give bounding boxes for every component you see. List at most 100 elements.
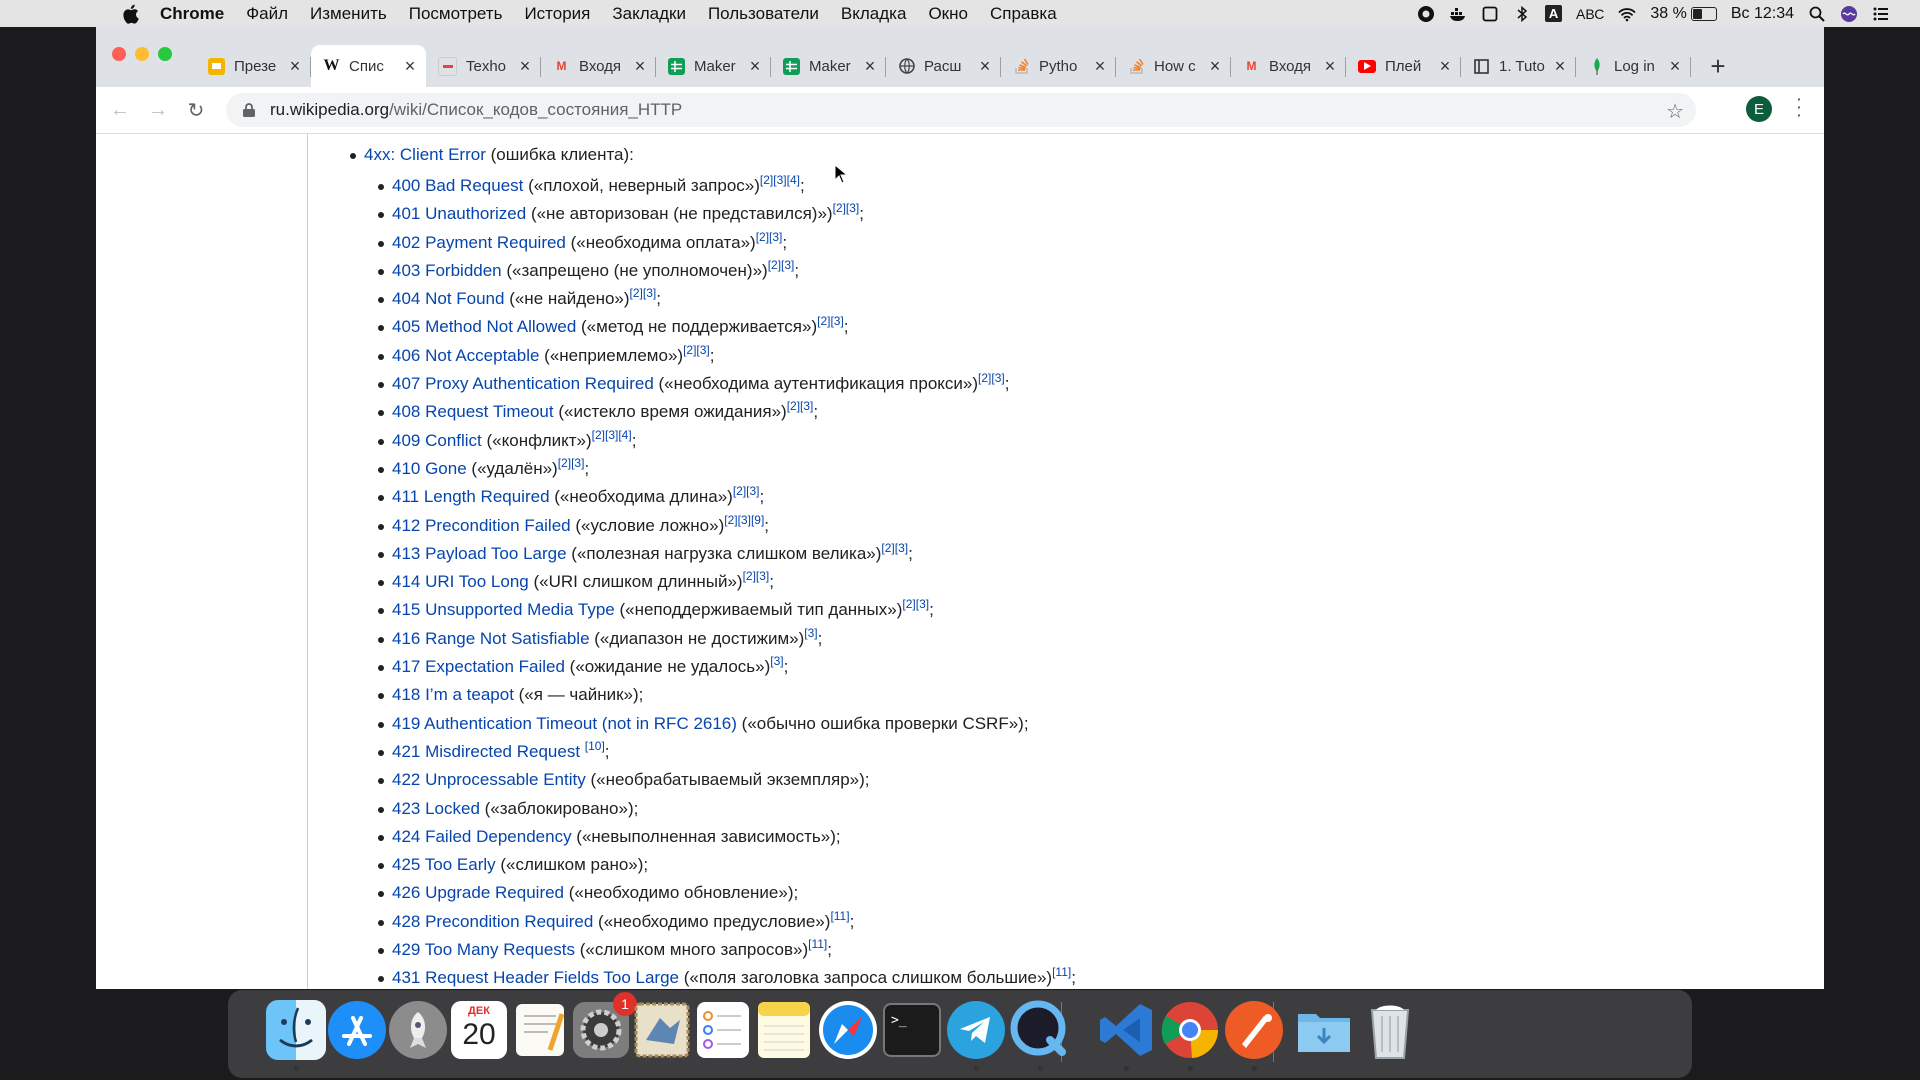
status-code-link[interactable]: 408 Request Timeout: [392, 402, 554, 421]
downloads-folder-icon[interactable]: [1292, 998, 1356, 1062]
reference-link[interactable]: [3]: [605, 428, 618, 442]
launchpad-icon[interactable]: [386, 998, 450, 1062]
safari-icon[interactable]: [816, 998, 880, 1062]
profile-avatar[interactable]: E: [1746, 96, 1772, 122]
input-source-label[interactable]: АВС: [1576, 6, 1604, 22]
keyboard-layout-icon[interactable]: A: [1545, 5, 1563, 22]
browser-tab[interactable]: Maker ×: [771, 45, 886, 87]
menu-file[interactable]: Файл: [246, 4, 288, 24]
tab-close-icon[interactable]: ×: [402, 56, 418, 77]
tab-close-icon[interactable]: ×: [1092, 56, 1108, 77]
tab-close-icon[interactable]: ×: [517, 56, 533, 77]
reference-link[interactable]: [2]: [833, 201, 846, 215]
wifi-icon[interactable]: [1618, 5, 1636, 23]
status-code-link[interactable]: 407 Proxy Authentication Required: [392, 374, 654, 393]
bluetooth-icon[interactable]: [1513, 5, 1531, 23]
reference-link[interactable]: [3]: [773, 173, 786, 187]
browser-tab[interactable]: M Входя ×: [1231, 45, 1346, 87]
reference-link[interactable]: [2]: [724, 513, 737, 527]
tab-close-icon[interactable]: ×: [632, 56, 648, 77]
browser-tab[interactable]: Log in ×: [1576, 45, 1691, 87]
tab-close-icon[interactable]: ×: [747, 56, 763, 77]
browser-tab[interactable]: M Входя ×: [541, 45, 656, 87]
reference-link[interactable]: [3]: [746, 484, 759, 498]
app-store-icon[interactable]: [325, 998, 389, 1062]
tab-close-icon[interactable]: ×: [977, 56, 993, 77]
browser-tab[interactable]: Pytho ×: [1001, 45, 1116, 87]
menu-history[interactable]: История: [524, 4, 590, 24]
menu-edit[interactable]: Изменить: [310, 4, 387, 24]
reference-link[interactable]: [2]: [787, 399, 800, 413]
status-code-link[interactable]: 424 Failed Dependency: [392, 827, 572, 846]
reference-link[interactable]: [2]: [881, 541, 894, 555]
reference-link[interactable]: [2]: [683, 343, 696, 357]
reference-link[interactable]: [2]: [768, 258, 781, 272]
terminal-icon[interactable]: >_: [880, 998, 944, 1062]
status-code-link[interactable]: 400 Bad Request: [392, 176, 523, 195]
new-tab-button[interactable]: +: [1703, 45, 1733, 87]
reference-link[interactable]: [9]: [751, 513, 764, 527]
menu-bookmarks[interactable]: Закладки: [612, 4, 686, 24]
status-code-link[interactable]: 405 Method Not Allowed: [392, 317, 576, 336]
screen-mirroring-icon[interactable]: [1481, 5, 1499, 23]
reference-link[interactable]: [3]: [800, 399, 813, 413]
reference-link[interactable]: [3]: [895, 541, 908, 555]
address-bar[interactable]: ru.wikipedia.org/wiki/Список_кодов_состо…: [226, 93, 1696, 127]
reference-link[interactable]: [2]: [558, 456, 571, 470]
reference-link[interactable]: [11]: [1052, 965, 1071, 979]
telegram-icon[interactable]: [944, 998, 1008, 1062]
apple-menu-icon[interactable]: [120, 4, 140, 24]
reference-link[interactable]: [3]: [770, 654, 783, 668]
menu-help[interactable]: Справка: [990, 4, 1057, 24]
system-preferences-icon[interactable]: 1: [569, 992, 637, 1062]
reference-link[interactable]: [2]: [978, 371, 991, 385]
reference-link[interactable]: [3]: [991, 371, 1004, 385]
browser-tab[interactable]: W Спис ×: [311, 45, 426, 87]
tab-close-icon[interactable]: ×: [1322, 56, 1338, 77]
close-window-button[interactable]: [112, 47, 126, 61]
reminders-icon[interactable]: [691, 998, 755, 1062]
status-code-link[interactable]: 423 Locked: [392, 799, 480, 818]
status-code-link[interactable]: 429 Too Many Requests: [392, 940, 575, 959]
status-code-link[interactable]: 410 Gone: [392, 459, 467, 478]
docker-icon[interactable]: [1449, 5, 1467, 23]
tab-close-icon[interactable]: ×: [1207, 56, 1223, 77]
reference-link[interactable]: [3]: [830, 314, 843, 328]
reference-link[interactable]: [2]: [743, 569, 756, 583]
quicktime-icon[interactable]: [1008, 998, 1072, 1062]
status-code-link[interactable]: 431 Request Header Fields Too Large: [392, 968, 679, 987]
reference-link[interactable]: [2]: [817, 314, 830, 328]
reference-link[interactable]: [11]: [830, 909, 849, 923]
browser-tab[interactable]: 1. Tuto ×: [1461, 45, 1576, 87]
notes-icon[interactable]: [752, 998, 816, 1062]
menu-view[interactable]: Посмотреть: [409, 4, 503, 24]
status-code-link[interactable]: 425 Too Early: [392, 855, 496, 874]
reference-link[interactable]: [2]: [756, 230, 769, 244]
reference-link[interactable]: [4]: [618, 428, 631, 442]
status-code-link[interactable]: 421 Misdirected Request: [392, 742, 580, 761]
status-code-link[interactable]: 426 Upgrade Required: [392, 883, 564, 902]
section-link-4xx[interactable]: 4xx: Client Error: [364, 145, 486, 164]
browser-tab[interactable]: Плей ×: [1346, 45, 1461, 87]
reference-link[interactable]: [3]: [769, 230, 782, 244]
menu-app-name[interactable]: Chrome: [160, 4, 224, 24]
status-code-link[interactable]: 401 Unauthorized: [392, 204, 526, 223]
tab-close-icon[interactable]: ×: [862, 56, 878, 77]
spotlight-search-icon[interactable]: [1808, 5, 1826, 23]
status-code-link[interactable]: 416 Range Not Satisfiable: [392, 629, 590, 648]
status-code-link[interactable]: 417 Expectation Failed: [392, 657, 565, 676]
browser-tab[interactable]: Texho ×: [426, 45, 541, 87]
menu-profiles[interactable]: Пользователи: [708, 4, 819, 24]
tab-close-icon[interactable]: ×: [1552, 56, 1568, 77]
minimize-window-button[interactable]: [135, 47, 149, 61]
tab-close-icon[interactable]: ×: [1667, 56, 1683, 77]
status-code-link[interactable]: 402 Payment Required: [392, 233, 566, 252]
reference-link[interactable]: [4]: [787, 173, 800, 187]
battery-status[interactable]: 38 %: [1650, 5, 1717, 23]
browser-tab[interactable]: Maker ×: [656, 45, 771, 87]
reference-link[interactable]: [3]: [643, 286, 656, 300]
reference-link[interactable]: [3]: [756, 569, 769, 583]
status-code-link[interactable]: 414 URI Too Long: [392, 572, 529, 591]
reference-link[interactable]: [3]: [804, 626, 817, 640]
forward-arrow-icon[interactable]: →: [144, 96, 172, 124]
